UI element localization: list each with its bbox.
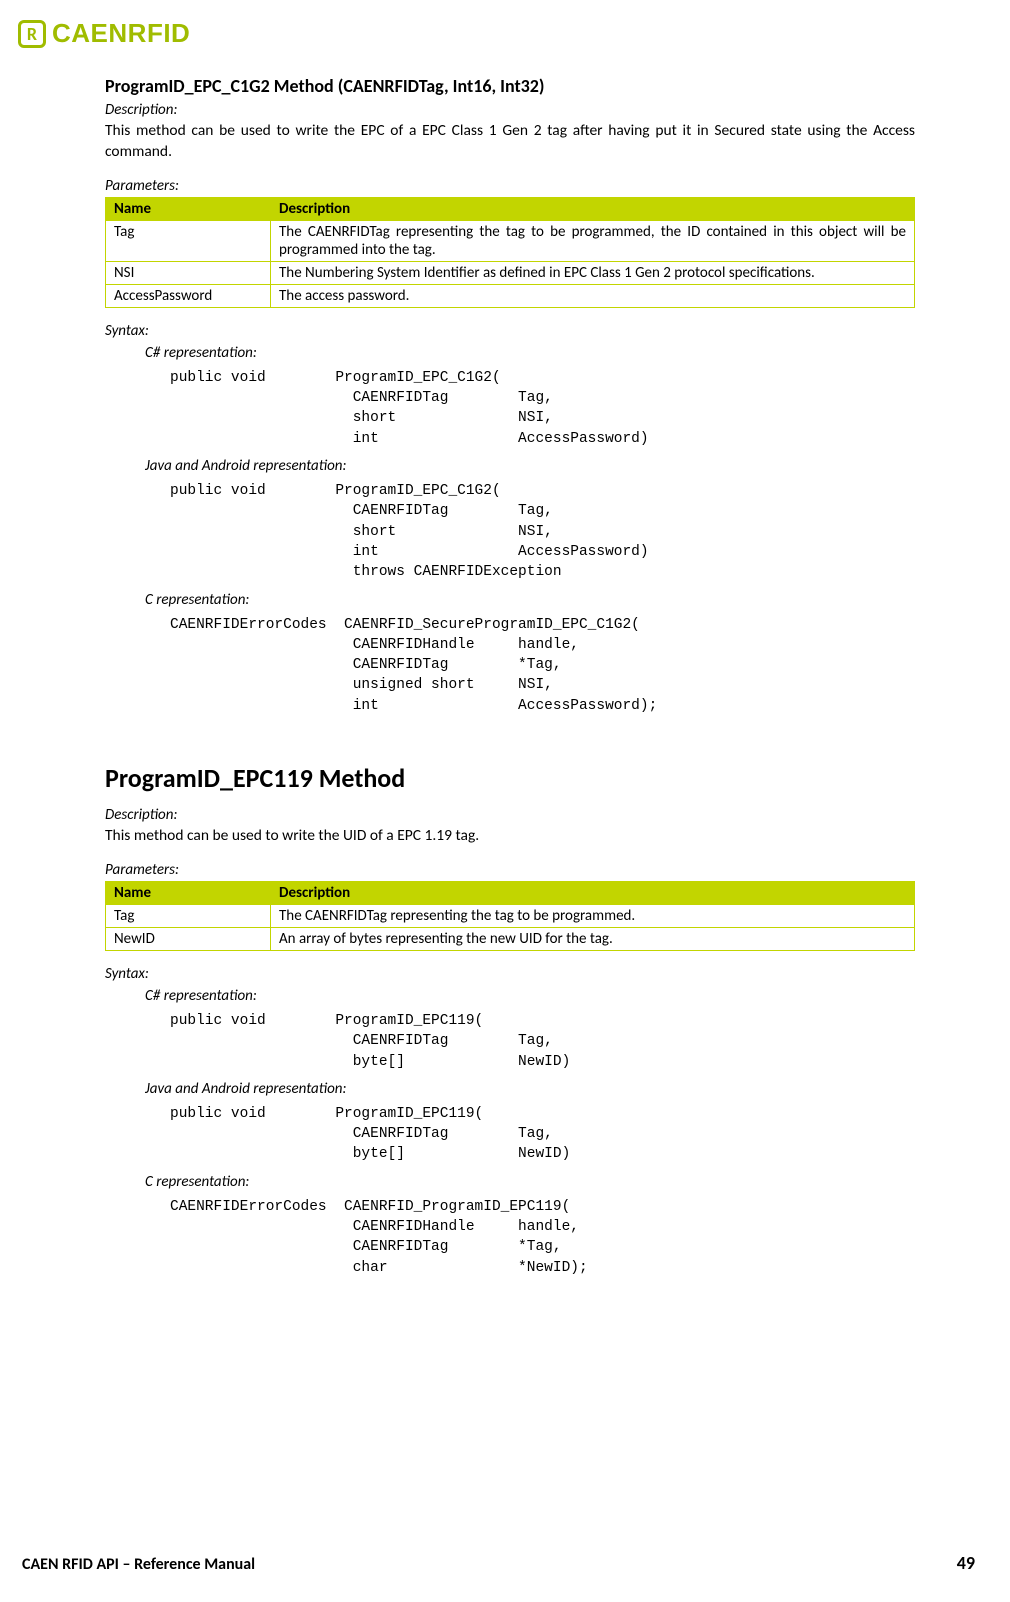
method1-rep3-label: C representation: bbox=[145, 591, 915, 609]
table-header-name: Name bbox=[106, 881, 271, 904]
footer-document-title: CAEN RFID API – Reference Manual bbox=[22, 1555, 255, 1574]
table-header-desc: Description bbox=[271, 881, 915, 904]
method1-desc-text: This method can be used to write the EPC… bbox=[105, 121, 915, 163]
method1-desc-label: Description: bbox=[105, 101, 915, 119]
param-name: AccessPassword bbox=[106, 284, 271, 307]
method1-title: ProgramID_EPC_C1G2 Method (CAENRFIDTag, … bbox=[105, 75, 915, 97]
method1-params-table: Name Description Tag The CAENRFIDTag rep… bbox=[105, 197, 915, 308]
table-row: Tag The CAENRFIDTag representing the tag… bbox=[106, 220, 915, 261]
method2-desc-text: This method can be used to write the UID… bbox=[105, 826, 915, 847]
method2-rep2-label: Java and Android representation: bbox=[145, 1080, 915, 1098]
footer-page-number: 49 bbox=[957, 1552, 975, 1574]
page-footer: CAEN RFID API – Reference Manual 49 bbox=[22, 1552, 975, 1574]
table-row: NSI The Numbering System Identifier as d… bbox=[106, 261, 915, 284]
param-desc: The Numbering System Identifier as defin… bbox=[271, 261, 915, 284]
method2-rep3-label: C representation: bbox=[145, 1173, 915, 1191]
method2-params-table: Name Description Tag The CAENRFIDTag rep… bbox=[105, 881, 915, 951]
method2-rep1-label: C# representation: bbox=[145, 987, 915, 1005]
param-desc: The CAENRFIDTag representing the tag to … bbox=[271, 904, 915, 927]
brand-logo-icon: R bbox=[18, 20, 46, 48]
method2-desc-label: Description: bbox=[105, 806, 915, 824]
table-header-name: Name bbox=[106, 197, 271, 220]
param-desc: An array of bytes representing the new U… bbox=[271, 927, 915, 950]
method1-params-label: Parameters: bbox=[105, 177, 915, 195]
method2-title: ProgramID_EPC119 Method bbox=[105, 762, 915, 794]
table-row: AccessPassword The access password. bbox=[106, 284, 915, 307]
method1-rep2-label: Java and Android representation: bbox=[145, 457, 915, 475]
page-content: ProgramID_EPC_C1G2 Method (CAENRFIDTag, … bbox=[105, 75, 915, 1286]
param-name: Tag bbox=[106, 220, 271, 261]
table-header-desc: Description bbox=[271, 197, 915, 220]
table-row: Tag The CAENRFIDTag representing the tag… bbox=[106, 904, 915, 927]
brand-logo-text: CAENRFID bbox=[52, 18, 190, 49]
param-name: NSI bbox=[106, 261, 271, 284]
table-row: NewID An array of bytes representing the… bbox=[106, 927, 915, 950]
method2-params-label: Parameters: bbox=[105, 861, 915, 879]
method1-rep1-code: public void ProgramID_EPC_C1G2( CAENRFID… bbox=[170, 368, 915, 449]
method2-rep1-code: public void ProgramID_EPC119( CAENRFIDTa… bbox=[170, 1011, 915, 1072]
param-desc: The CAENRFIDTag representing the tag to … bbox=[271, 220, 915, 261]
method1-syntax-label: Syntax: bbox=[105, 322, 915, 340]
param-name: Tag bbox=[106, 904, 271, 927]
method2-rep3-code: CAENRFIDErrorCodes CAENRFID_ProgramID_EP… bbox=[170, 1197, 915, 1278]
method1-rep2-code: public void ProgramID_EPC_C1G2( CAENRFID… bbox=[170, 481, 915, 582]
param-desc: The access password. bbox=[271, 284, 915, 307]
method1-rep1-label: C# representation: bbox=[145, 344, 915, 362]
method2-syntax-label: Syntax: bbox=[105, 965, 915, 983]
method2-rep2-code: public void ProgramID_EPC119( CAENRFIDTa… bbox=[170, 1104, 915, 1165]
param-name: NewID bbox=[106, 927, 271, 950]
method1-rep3-code: CAENRFIDErrorCodes CAENRFID_SecureProgra… bbox=[170, 615, 915, 716]
brand-header: R CAENRFID bbox=[18, 18, 190, 49]
